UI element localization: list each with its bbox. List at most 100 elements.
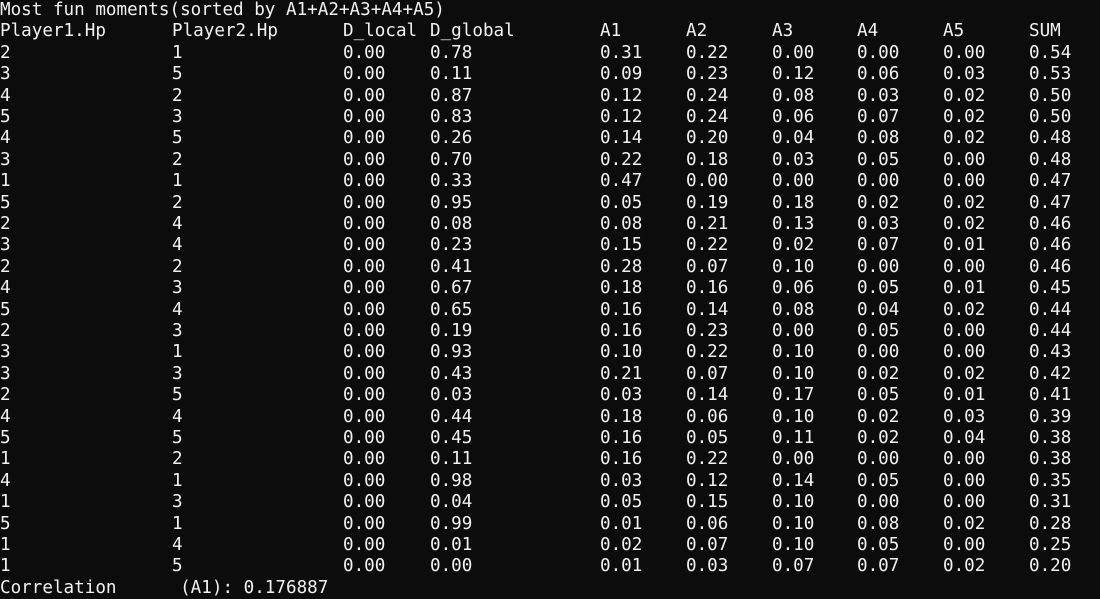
table-row: 5 5 0.00 0.45 0.16 0.05 0.11 0.02 0.04 0.38 <box>0 428 1100 449</box>
table-cell: 0.15 <box>600 235 643 256</box>
table-cell: 0.10 <box>600 342 643 363</box>
table-cell: 5 <box>172 556 183 577</box>
table-cell: 0.22 <box>686 235 729 256</box>
table-cell: 0.00 <box>343 299 386 320</box>
table-cell: 0.00 <box>343 492 386 513</box>
table-cell: 0.46 <box>1029 235 1072 256</box>
table-cell: 0.44 <box>1029 321 1072 341</box>
table-cell: 0.25 <box>1029 535 1072 555</box>
table-cell: 0.02 <box>857 406 900 427</box>
table-cell: 0.02 <box>943 107 986 127</box>
table-cell: 0.08 <box>857 128 900 149</box>
table-cell: 0.38 <box>1029 428 1072 448</box>
table-cell: 0.13 <box>772 214 815 234</box>
table-cell: 0.02 <box>943 513 986 534</box>
table-cell: 0.01 <box>600 513 643 534</box>
footer-line: Correlation (A1): 0.176887 <box>0 577 329 598</box>
table-cell: 0.41 <box>430 256 473 277</box>
table-cell: 0.42 <box>1029 363 1072 384</box>
table-cell: 1 <box>172 171 183 192</box>
table-row: 4 3 0.00 0.67 0.18 0.16 0.06 0.05 0.01 0.45 <box>0 278 1100 299</box>
table-cell: 5 <box>0 192 11 213</box>
table-cell: 3 <box>0 149 11 170</box>
table-cell: 0.12 <box>600 107 643 127</box>
table-cell: 5 <box>0 299 11 320</box>
table-cell: 2 <box>172 256 183 277</box>
table-cell: 0.07 <box>857 107 900 127</box>
table-cell: 0.12 <box>772 64 815 85</box>
table-cell: 0.19 <box>430 321 473 341</box>
table-cell: 0.00 <box>343 556 386 577</box>
table-cell: 0.20 <box>1029 556 1072 577</box>
table-row: 4 1 0.00 0.98 0.03 0.12 0.14 0.05 0.00 0.35 <box>0 471 1100 492</box>
table-cell: 0.83 <box>430 107 473 127</box>
table-cell: 2 <box>0 385 11 406</box>
table-cell: 0.00 <box>343 535 386 555</box>
table-cell: 4 <box>172 299 183 320</box>
table-cell: 0.00 <box>943 492 986 513</box>
table-cell: 0.00 <box>343 278 386 299</box>
table-cell: 0.41 <box>1029 385 1072 406</box>
table-cell: 0.00 <box>343 385 386 406</box>
table-cell: 0.31 <box>1029 492 1072 513</box>
table-cell: 0.47 <box>600 171 643 192</box>
table-cell: 0.12 <box>600 85 643 106</box>
table-cell: 0.10 <box>772 342 815 363</box>
table-cell: 0.00 <box>857 492 900 513</box>
table-cell: 3 <box>172 107 183 127</box>
table-cell: 0.00 <box>857 256 900 277</box>
table-cell: 0.10 <box>772 513 815 534</box>
table-cell: 4 <box>172 235 183 256</box>
table-cell: 0.00 <box>343 449 386 470</box>
table-cell: 0.11 <box>772 428 815 448</box>
table-cell: 0.05 <box>857 535 900 555</box>
table-cell: 0.23 <box>686 64 729 85</box>
table-cell: 0.04 <box>857 299 900 320</box>
table-row: 1 2 0.00 0.11 0.16 0.22 0.00 0.00 0.00 0.38 <box>0 449 1100 470</box>
table-cell: 0.03 <box>772 149 815 170</box>
table-cell: 0.15 <box>686 492 729 513</box>
table-cell: 0.46 <box>1029 256 1072 277</box>
table-cell: 0.02 <box>943 214 986 234</box>
table-cell: 0.21 <box>600 363 643 384</box>
table-cell: 0.00 <box>343 171 386 192</box>
table-cell: 0.24 <box>686 85 729 106</box>
table-cell: 0.10 <box>772 363 815 384</box>
table-cell: 4 <box>0 85 11 106</box>
table-cell: 0.00 <box>772 449 815 470</box>
table-cell: 0.07 <box>686 256 729 277</box>
table-cell: 0.39 <box>1029 406 1072 427</box>
table-cell: 0.05 <box>857 149 900 170</box>
table-cell: 0.00 <box>343 235 386 256</box>
table-row: 5 3 0.00 0.83 0.12 0.24 0.06 0.07 0.02 0.50 <box>0 107 1100 128</box>
table-cell: 0.38 <box>1029 449 1072 470</box>
table-cell: 0.05 <box>857 321 900 341</box>
column-header: D_global <box>430 21 515 42</box>
table-row: 5 2 0.00 0.95 0.05 0.19 0.18 0.02 0.02 0.47 <box>0 193 1100 214</box>
table-cell: 0.00 <box>343 321 386 341</box>
table-cell: 0.00 <box>343 428 386 448</box>
table-cell: 1 <box>172 470 183 491</box>
table-cell: 0.03 <box>857 85 900 106</box>
table-row: 2 2 0.00 0.41 0.28 0.07 0.10 0.00 0.00 0.46 <box>0 257 1100 278</box>
table-cell: 5 <box>172 428 183 448</box>
table-row: 4 2 0.00 0.87 0.12 0.24 0.08 0.03 0.02 0.50 <box>0 86 1100 107</box>
table-cell: 2 <box>0 214 11 234</box>
table-cell: 0.05 <box>857 385 900 406</box>
table-cell: 0.05 <box>857 470 900 491</box>
column-header: A1 <box>600 21 622 42</box>
table-cell: 0.48 <box>1029 149 1072 170</box>
table-cell: 0.00 <box>343 513 386 534</box>
table-cell: 0.99 <box>430 513 473 534</box>
table-row: 2 3 0.00 0.19 0.16 0.23 0.00 0.05 0.00 0.44 <box>0 321 1100 342</box>
table-cell: 0.09 <box>600 64 643 85</box>
table-cell: 0.00 <box>343 214 386 234</box>
table-cell: 0.02 <box>943 128 986 149</box>
table-cell: 0.03 <box>857 214 900 234</box>
table-cell: 0.22 <box>600 149 643 170</box>
table-cell: 2 <box>0 321 11 341</box>
table-cell: 0.05 <box>857 278 900 299</box>
table-cell: 0.02 <box>772 235 815 256</box>
table-cell: 0.87 <box>430 85 473 106</box>
table-cell: 0.08 <box>600 214 643 234</box>
